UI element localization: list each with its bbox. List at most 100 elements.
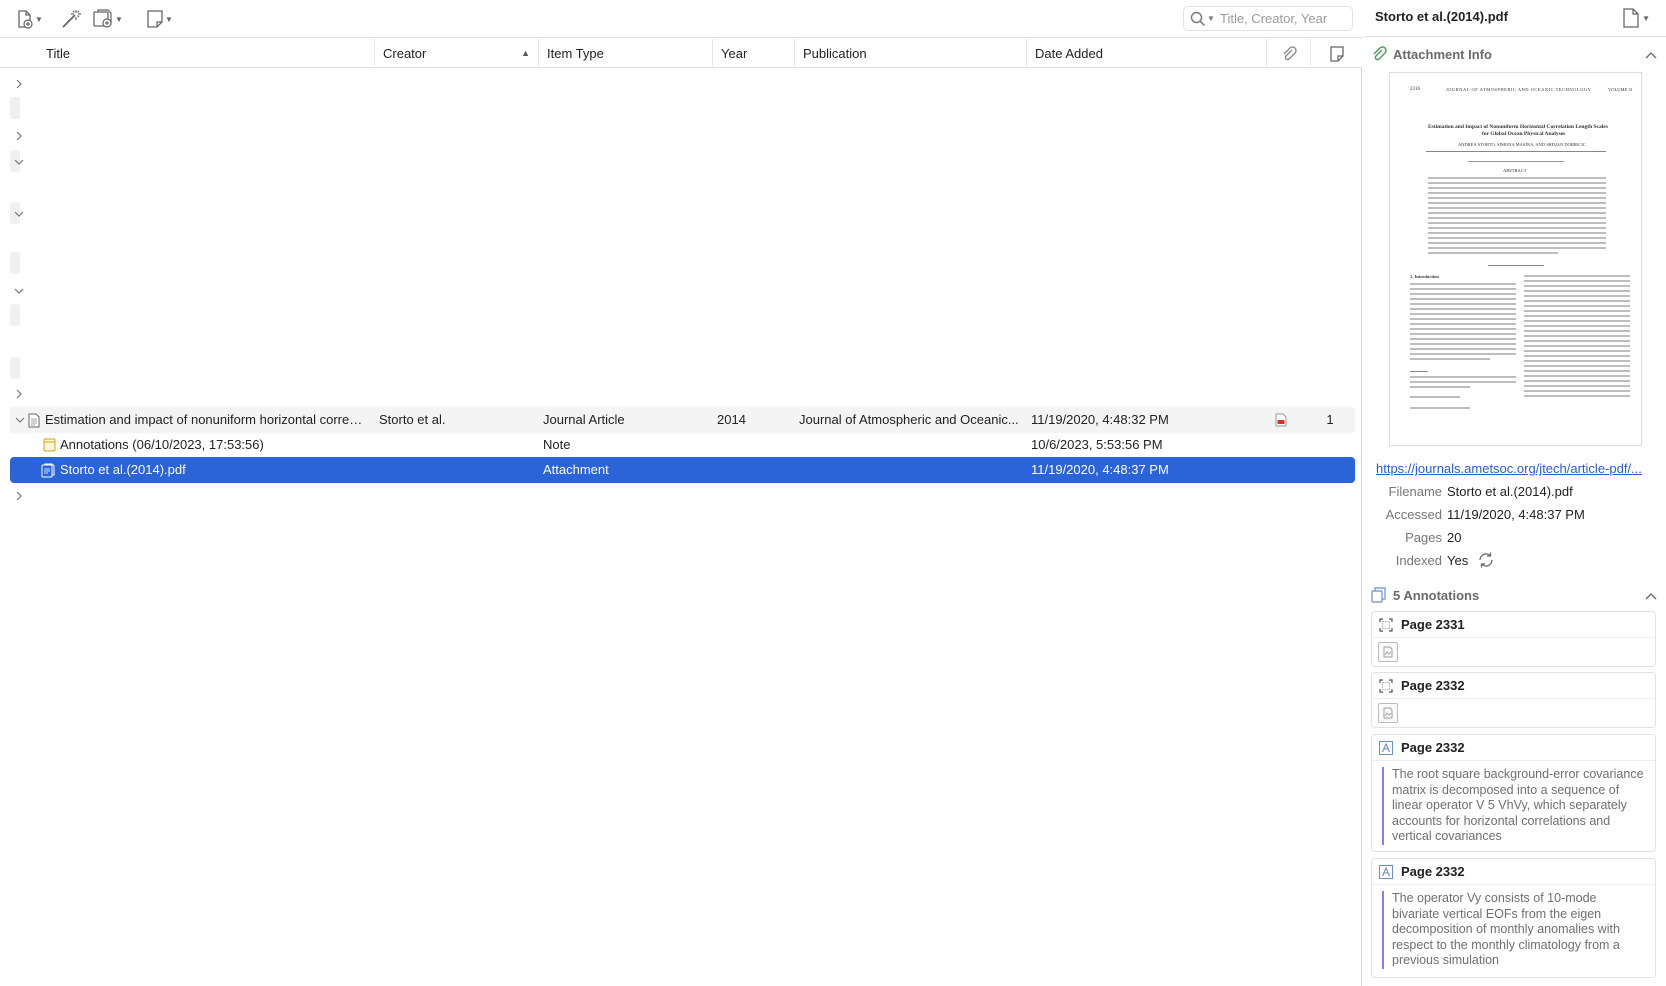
table-row-attachment[interactable]: Storto et al.(2014).pdf Attachment 11/19… xyxy=(10,457,1355,483)
annotation-page: Page 2332 xyxy=(1401,740,1465,755)
column-item-type[interactable]: Item Type xyxy=(538,39,712,68)
new-note-button[interactable]: ▼ xyxy=(146,6,173,32)
preview-volume: VOLUME 31 xyxy=(1608,87,1633,92)
column-title-label: Title xyxy=(46,46,71,61)
open-attachment-button[interactable]: ▼ xyxy=(1622,8,1650,28)
image-annotation-icon xyxy=(1379,678,1393,693)
annotation-text: The operator Vy consists of 10-mode biva… xyxy=(1382,891,1644,969)
annotation-header: Page 2332 xyxy=(1372,735,1655,761)
column-year-label: Year xyxy=(721,46,748,61)
pages-value: 20 xyxy=(1447,530,1462,545)
items-list: Estimation and impact of nonuniform hori… xyxy=(0,69,1362,986)
search-icon[interactable]: ▼ xyxy=(1190,11,1220,27)
column-publication-label: Publication xyxy=(803,46,867,61)
new-note-icon xyxy=(147,10,163,28)
annotation-card[interactable]: Page 2332 The root square background-err… xyxy=(1371,734,1656,852)
attachment-info-header[interactable]: Attachment Info xyxy=(1371,44,1659,64)
column-attachments[interactable] xyxy=(1266,39,1310,68)
item-pane-header: Storto et al.(2014).pdf ▼ xyxy=(1363,0,1666,37)
pdf-icon[interactable] xyxy=(1275,407,1291,433)
note-icon xyxy=(1329,45,1344,62)
empty-row xyxy=(10,252,20,274)
chevron-down-icon[interactable] xyxy=(12,284,26,298)
attachment-info-label: Attachment Info xyxy=(1393,46,1492,62)
chevron-down-icon: ▼ xyxy=(115,14,123,24)
pdf-attachment-icon xyxy=(41,457,57,483)
accessed-label: Accessed xyxy=(1385,507,1442,522)
column-header: Title Creator ▲ Item Type Year Publicatio… xyxy=(0,39,1362,68)
preview-intro-label: 1. Introduction xyxy=(1410,274,1439,279)
annotation-page: Page 2331 xyxy=(1401,617,1465,632)
item-type: Journal Article xyxy=(543,412,625,427)
annotation-header: Page 2332 xyxy=(1372,859,1655,885)
preview-journal: JOURNAL OF ATMOSPHERIC AND OCEANIC TECHN… xyxy=(1446,87,1592,92)
column-title[interactable]: Title xyxy=(38,39,374,68)
highlight-annotation-icon xyxy=(1379,740,1393,755)
attachment-type: Attachment xyxy=(543,462,609,477)
new-item-button[interactable]: ▼ xyxy=(14,6,43,32)
item-publication: Journal of Atmospheric and Oceanic... xyxy=(799,412,1019,427)
preview-authors: ANDREA STORTO, SIMONA MASINA, AND SRDJAN… xyxy=(1458,142,1586,147)
image-thumbnail-icon[interactable] xyxy=(1378,642,1398,662)
item-date-added: 11/19/2020, 4:48:32 PM xyxy=(1031,412,1169,427)
attachment-title: Storto et al.(2014).pdf xyxy=(60,462,186,477)
reindex-icon[interactable] xyxy=(1477,551,1495,572)
chevron-down-icon[interactable] xyxy=(13,407,27,433)
item-creator: Storto et al. xyxy=(379,412,446,427)
add-by-identifier-button[interactable] xyxy=(60,6,82,32)
annotation-card[interactable]: Page 2332 xyxy=(1371,672,1656,728)
search-input[interactable] xyxy=(1220,11,1345,26)
preview-abstract-label: ABSTRACT xyxy=(1503,168,1527,173)
annotation-text: The root square background-error covaria… xyxy=(1382,767,1644,845)
new-item-icon xyxy=(18,10,33,29)
chevron-up-icon[interactable] xyxy=(1645,588,1657,603)
column-item-type-label: Item Type xyxy=(547,46,604,61)
chevron-down-icon[interactable] xyxy=(12,207,26,221)
annotations-icon xyxy=(1371,587,1386,603)
chevron-down-icon: ▼ xyxy=(165,14,173,24)
annotation-card[interactable]: Page 2332 The operator Vy consists of 10… xyxy=(1371,858,1656,978)
note-date-added: 10/6/2023, 5:53:56 PM xyxy=(1031,437,1163,452)
empty-row xyxy=(10,97,20,119)
table-row-note[interactable]: Annotations (06/10/2023, 17:53:56) Note … xyxy=(10,432,1355,458)
chevron-down-icon: ▼ xyxy=(35,14,43,24)
chevron-right-icon[interactable] xyxy=(12,489,26,503)
preview-page-number: 2316 xyxy=(1410,87,1420,92)
highlight-annotation-icon xyxy=(1379,864,1393,879)
column-date-added[interactable]: Date Added xyxy=(1026,39,1266,68)
filename-value[interactable]: Storto et al.(2014).pdf xyxy=(1447,484,1573,499)
filename-label: Filename xyxy=(1388,484,1442,499)
sort-ascending-icon: ▲ xyxy=(521,48,530,58)
pdf-preview[interactable]: 2316 JOURNAL OF ATMOSPHERIC AND OCEANIC … xyxy=(1389,72,1642,446)
search-box[interactable]: ▼ xyxy=(1183,6,1353,31)
table-row-parent-item[interactable]: Estimation and impact of nonuniform hori… xyxy=(10,407,1355,433)
chevron-right-icon[interactable] xyxy=(12,129,26,143)
preview-title-line-2: for Global Ocean Physical Analyses xyxy=(1482,131,1566,137)
annotation-page: Page 2332 xyxy=(1401,678,1465,693)
column-publication[interactable]: Publication xyxy=(794,39,1026,68)
accessed-value: 11/19/2020, 4:48:37 PM xyxy=(1447,507,1585,522)
annotation-card[interactable]: Page 2331 xyxy=(1371,611,1656,667)
column-notes[interactable] xyxy=(1310,39,1362,68)
add-attachment-button[interactable]: ▼ xyxy=(92,6,123,32)
indexed-label: Indexed xyxy=(1395,553,1442,568)
item-pane-title: Storto et al.(2014).pdf xyxy=(1375,9,1508,24)
chevron-right-icon[interactable] xyxy=(12,77,26,91)
empty-row xyxy=(10,304,20,326)
attachment-info-icon xyxy=(1373,46,1387,61)
annotations-header[interactable]: 5 Annotations xyxy=(1371,585,1659,605)
column-date-added-label: Date Added xyxy=(1035,46,1103,61)
column-creator[interactable]: Creator ▲ xyxy=(374,39,538,68)
chevron-up-icon[interactable] xyxy=(1645,47,1657,62)
indexed-kv: Indexed Yes xyxy=(1363,551,1666,573)
column-creator-label: Creator xyxy=(383,46,427,61)
annotation-page: Page 2332 xyxy=(1401,864,1465,879)
column-year[interactable]: Year xyxy=(712,39,794,68)
annotation-header: Page 2332 xyxy=(1372,673,1655,699)
add-attachment-icon xyxy=(93,9,112,28)
pages-label: Pages xyxy=(1405,530,1442,545)
chevron-down-icon[interactable] xyxy=(12,155,26,169)
chevron-right-icon[interactable] xyxy=(12,387,26,401)
image-thumbnail-icon[interactable] xyxy=(1378,703,1398,723)
items-pane: ▼ ▼ ▼ ▼ Title Creator ▲ Item Type Year Pu… xyxy=(0,0,1362,986)
